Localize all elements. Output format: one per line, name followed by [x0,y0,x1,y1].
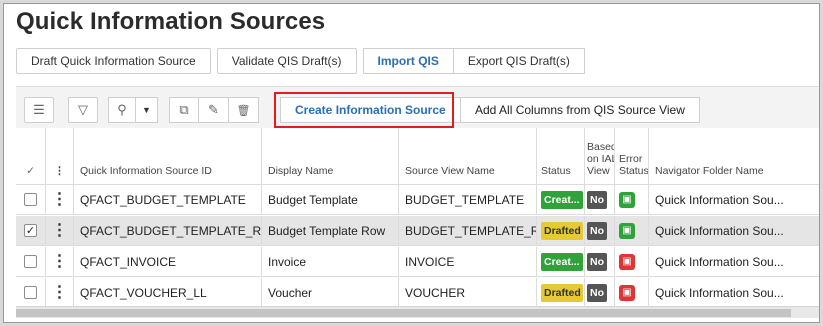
header-source-view[interactable]: Source View Name [399,128,537,184]
header-navigator-folder[interactable]: Navigator Folder Name [649,128,819,184]
cell-display-name: Invoice [262,247,399,276]
column-chooser-button[interactable]: ☰ [24,97,54,123]
status-badge: Drafted [541,221,583,240]
table-row[interactable]: ⋮ QFACT_BUDGET_TEMPLATE Budget Template … [16,185,819,215]
row-checkbox[interactable] [24,255,37,268]
cell-qis-id: QFACT_VOUCHER_LL [74,278,262,307]
row-menu-icon[interactable]: ⋮ [52,222,68,238]
row-menu-icon[interactable]: ⋮ [52,191,68,207]
table-row[interactable]: ⋮ QFACT_VOUCHER_LL Voucher VOUCHER Draft… [16,278,819,308]
header-status[interactable]: Status [537,128,585,184]
ial-badge: No [587,221,607,240]
cell-qis-id: QFACT_BUDGET_TEMPLATE [74,185,262,214]
connect-dropdown-button[interactable]: ▼ [136,97,158,123]
cell-display-name: Voucher [262,278,399,307]
cell-display-name: Budget Template Row [262,216,399,245]
import-qis-button[interactable]: Import QIS [362,48,454,74]
header-display-name[interactable]: Display Name [262,128,399,184]
row-menu-icon[interactable]: ⋮ [52,253,68,269]
delete-button[interactable]: 🗑 [229,97,259,123]
edit-button[interactable]: ✎ [199,97,229,123]
export-qis-button[interactable]: Export QIS Draft(s) [453,48,585,74]
ial-badge: No [587,252,607,271]
cell-qis-id: QFACT_BUDGET_TEMPLATE_ROW [74,216,262,245]
table-row[interactable]: ⋮ QFACT_INVOICE Invoice INVOICE Creat...… [16,247,819,277]
list-icon: ☰ [33,102,45,117]
cell-qis-id: QFACT_INVOICE [74,247,262,276]
cell-display-name: Budget Template [262,185,399,214]
table-toolbar: ☰ ▽ ⚲ ▼ ⧉ ✎ 🗑 Create Information Source … [16,86,819,128]
trash-icon: 🗑 [236,104,251,117]
ok-status-icon[interactable]: ▣ [619,191,635,208]
table-header-row: ✓ ⋮ Quick Information Source ID Display … [16,128,819,185]
connect-icon: ⚲ [117,102,127,117]
open-icon: ⧉ [179,102,189,117]
chevron-down-icon: ▼ [142,105,151,115]
cell-source-view: VOUCHER [399,278,537,307]
cell-navigator-folder: Quick Information Sou... [655,192,784,207]
row-checkbox-checked[interactable]: ✓ [24,224,37,237]
scrollbar-thumb[interactable] [16,309,791,317]
error-status-icon[interactable]: ▣ [619,253,635,270]
cell-source-view: BUDGET_TEMPLATE [399,185,537,214]
connect-group: ⚲ ▼ [108,97,158,123]
highlight-box [274,92,454,128]
header-qis-id[interactable]: Quick Information Source ID [74,128,262,184]
ial-badge: No [587,283,607,302]
status-badge: Drafted [541,283,583,302]
cell-source-view: BUDGET_TEMPLATE_R... [399,216,537,245]
ial-badge: No [587,190,607,209]
connect-button[interactable]: ⚲ [108,97,136,123]
qis-window: Quick Information Sources Draft Quick In… [3,3,820,323]
row-checkbox[interactable] [24,286,37,299]
cell-navigator-folder: Quick Information Sou... [655,285,784,300]
row-checkbox[interactable] [24,193,37,206]
ok-status-icon[interactable]: ▣ [619,222,635,239]
validate-qis-button[interactable]: Validate QIS Draft(s) [216,48,357,74]
row-menu-icon[interactable]: ⋮ [52,284,68,300]
pencil-icon: ✎ [208,102,219,117]
filter-icon: ▽ [78,102,88,117]
command-bar: Draft Quick Information Source Validate … [16,48,585,74]
cell-navigator-folder: Quick Information Sou... [655,223,784,238]
cell-navigator-folder: Quick Information Sou... [655,254,784,269]
draft-qis-button[interactable]: Draft Quick Information Source [16,48,211,74]
table-row[interactable]: ✓ ⋮ QFACT_BUDGET_TEMPLATE_ROW Budget Tem… [16,216,819,246]
open-button[interactable]: ⧉ [169,97,199,123]
import-export-group: Import QIS Export QIS Draft(s) [362,48,585,74]
filter-button[interactable]: ▽ [68,97,98,123]
status-badge: Creat... [541,252,583,271]
header-error-status[interactable]: Error Status [615,128,649,184]
header-based-on-ial[interactable]: Based on IAL View [585,128,615,184]
add-all-columns-button[interactable]: Add All Columns from QIS Source View [460,97,700,123]
page-title: Quick Information Sources [16,8,326,35]
status-badge: Creat... [541,190,583,209]
cell-source-view: INVOICE [399,247,537,276]
horizontal-scrollbar[interactable] [16,306,819,318]
record-actions-group: ⧉ ✎ 🗑 [169,97,259,123]
menu-header: ⋮ [46,128,74,184]
select-all-header[interactable]: ✓ [16,128,46,184]
error-status-icon[interactable]: ▣ [619,284,635,301]
